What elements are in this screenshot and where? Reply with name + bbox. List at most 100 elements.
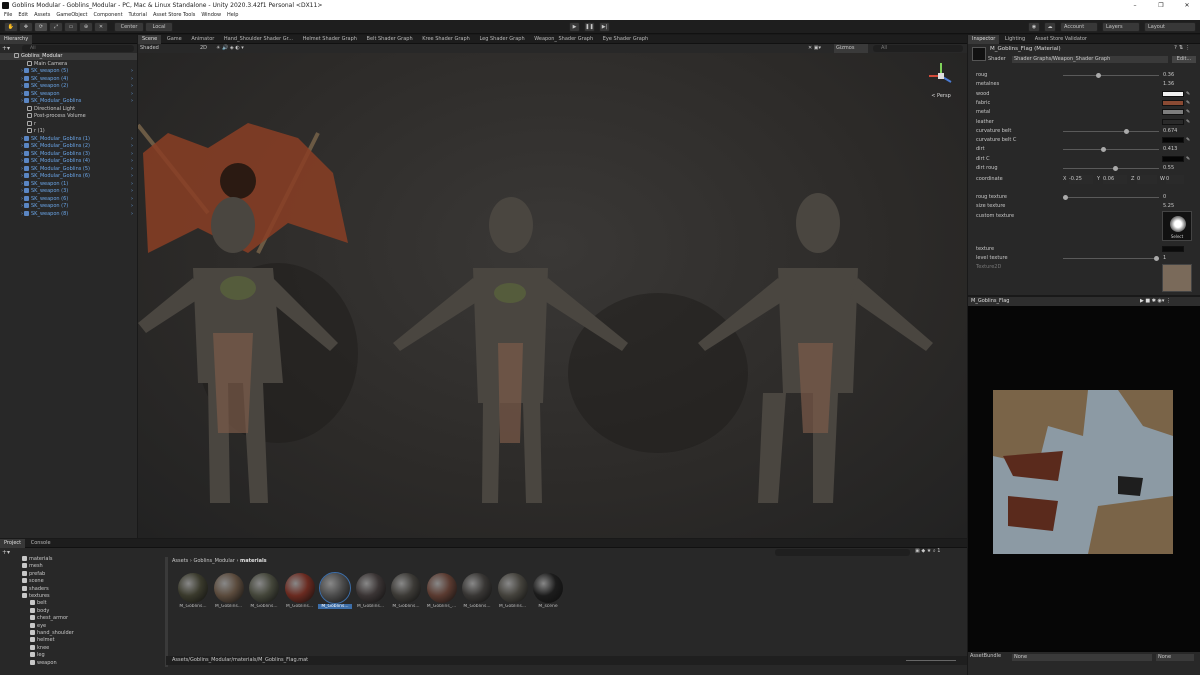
persp-label[interactable]: < Persp xyxy=(926,93,956,99)
material-thumbnail[interactable] xyxy=(213,573,244,603)
hierarchy-item[interactable]: › › SK_weapon (7) xyxy=(0,203,133,211)
slider-knob[interactable] xyxy=(1095,73,1101,78)
prefab-open-icon[interactable]: › xyxy=(131,83,133,91)
prefab-open-icon[interactable]: › xyxy=(131,136,133,144)
tab-hand-shoulder-shader[interactable]: Hand_Shoulder Shader Gr... xyxy=(220,35,297,44)
slider-knob[interactable] xyxy=(1124,128,1130,134)
material-thumbnail[interactable] xyxy=(533,573,563,603)
scene-root-row[interactable]: Goblins_Modular xyxy=(0,53,137,60)
menu-window[interactable]: Window xyxy=(201,11,221,20)
material-label[interactable]: M_Goblins... xyxy=(354,604,388,609)
expand-arrow-icon[interactable]: › xyxy=(21,203,23,211)
property-slider[interactable] xyxy=(1063,73,1159,78)
add-icon[interactable]: +▾ xyxy=(2,45,12,52)
menu-asset-store-tools[interactable]: Asset Store Tools xyxy=(153,11,195,20)
select-button[interactable]: Select xyxy=(1163,234,1191,239)
folder-item[interactable]: knee xyxy=(0,644,49,653)
material-thumbnail[interactable] xyxy=(249,573,279,603)
folder-item[interactable]: mesh xyxy=(0,563,43,571)
hierarchy-item[interactable]: › › SK_Modular_Goblins xyxy=(0,98,133,106)
menu-file[interactable]: File xyxy=(4,11,12,20)
hierarchy-item[interactable]: › › SK_Modular_Goblins (3) xyxy=(0,150,133,159)
material-thumbnail[interactable] xyxy=(426,573,457,603)
hierarchy-item[interactable]: Directional Light xyxy=(0,105,75,114)
hierarchy-item[interactable]: › › SK_weapon (3) xyxy=(0,188,133,196)
tab-console[interactable]: Console xyxy=(27,539,55,548)
property-value[interactable]: 0.55 xyxy=(1163,164,1174,173)
pause-icon[interactable]: ❚❚ xyxy=(584,22,595,32)
tab-game[interactable]: Game xyxy=(163,35,186,44)
slider-knob[interactable] xyxy=(1154,256,1159,261)
material-thumbnail[interactable] xyxy=(355,573,386,603)
property-slider[interactable] xyxy=(1063,195,1159,200)
expand-arrow-icon[interactable]: › xyxy=(21,166,23,174)
pivot-center-button[interactable]: Center xyxy=(114,22,144,32)
preview-controls-icon[interactable]: ▶ ■ ✱ ◉▾ ⋮ xyxy=(1140,297,1171,306)
coordinate-w-field[interactable]: 0 xyxy=(1166,175,1184,184)
breadcrumb-goblins[interactable]: Goblins_Modular xyxy=(193,558,234,564)
breadcrumb-materials[interactable]: materials xyxy=(240,558,267,564)
maximize-icon[interactable]: ❐ xyxy=(1148,0,1174,11)
coordinate-x-field[interactable]: -0.25 xyxy=(1069,175,1093,184)
material-label[interactable]: M_Goblins... xyxy=(460,604,494,609)
hierarchy-item[interactable]: › › SK_Modular_Goblins (1) xyxy=(0,135,133,144)
property-value[interactable]: 1 xyxy=(1163,254,1166,263)
prefab-open-icon[interactable]: › xyxy=(131,166,133,174)
hierarchy-item[interactable]: › › SK_weapon (5) xyxy=(0,68,133,76)
hand-tool-icon[interactable]: ✋ xyxy=(4,22,18,32)
tab-inspector[interactable]: Inspector xyxy=(968,35,1000,44)
folder-item[interactable]: shaders xyxy=(0,585,49,594)
color-swatch[interactable] xyxy=(1162,155,1184,162)
tab-weapon-shader[interactable]: Weapon_ Shader Graph xyxy=(530,35,597,44)
material-thumbnail[interactable] xyxy=(178,573,208,603)
slider-knob[interactable] xyxy=(1113,166,1119,171)
folder-item[interactable]: weapon xyxy=(0,659,57,668)
prefab-open-icon[interactable]: › xyxy=(131,188,133,196)
material-label[interactable]: M_Goblins... xyxy=(496,604,530,609)
tab-leg-shader[interactable]: Leg Shader Graph xyxy=(475,35,528,44)
project-filter-icons[interactable]: ▣ ◆ ★ ⌕ 1 xyxy=(915,548,940,554)
expand-arrow-icon[interactable]: › xyxy=(21,151,23,159)
color-swatch[interactable] xyxy=(1162,90,1184,97)
expand-arrow-icon[interactable]: › xyxy=(21,68,23,76)
menu-help[interactable]: Help xyxy=(227,11,238,20)
tab-kree-shader[interactable]: Kree Shader Graph xyxy=(418,35,474,44)
tab-asset-store-validator[interactable]: Asset Store Validator xyxy=(1031,35,1091,44)
tab-lighting[interactable]: Lighting xyxy=(1001,35,1029,44)
prefab-open-icon[interactable]: › xyxy=(131,173,133,181)
tab-eye-shader[interactable]: Eye Shader Graph xyxy=(599,35,652,44)
folder-item[interactable]: leg xyxy=(0,652,45,660)
slider-knob[interactable] xyxy=(1100,147,1106,153)
property-value[interactable]: 0 xyxy=(1163,193,1166,202)
hierarchy-item[interactable]: › › SK_weapon (4) xyxy=(0,75,133,84)
scene-view[interactable]: < Persp xyxy=(138,53,967,538)
folder-item[interactable]: helmet xyxy=(0,637,55,645)
expand-arrow-icon[interactable]: › xyxy=(21,211,23,219)
expand-arrow-icon[interactable]: › xyxy=(21,181,23,189)
transform-tool-icon[interactable]: ⊕ xyxy=(79,22,93,32)
pivot-local-button[interactable]: Local xyxy=(145,22,173,32)
prefab-open-icon[interactable]: › xyxy=(131,68,133,76)
hierarchy-item[interactable]: › › SK_weapon xyxy=(0,90,133,99)
eyedropper-icon[interactable]: ✎ xyxy=(1186,118,1190,127)
prefab-open-icon[interactable]: › xyxy=(131,91,133,99)
color-swatch[interactable] xyxy=(1162,99,1184,106)
prefab-open-icon[interactable]: › xyxy=(131,143,133,151)
expand-arrow-icon[interactable]: › xyxy=(21,143,23,151)
folder-item[interactable]: scene xyxy=(0,578,44,586)
folder-scrollbar[interactable] xyxy=(165,557,168,667)
prefab-open-icon[interactable]: › xyxy=(131,158,133,166)
hierarchy-search-input[interactable]: All xyxy=(22,45,134,52)
rotate-tool-icon[interactable]: ⟳ xyxy=(34,22,48,32)
coordinate-z-field[interactable]: 0 xyxy=(1137,175,1157,184)
material-thumbnail[interactable] xyxy=(497,573,528,603)
close-icon[interactable]: ✕ xyxy=(1174,0,1200,11)
menu-assets[interactable]: Assets xyxy=(34,11,50,20)
prefab-open-icon[interactable]: › xyxy=(131,196,133,204)
level-texture-slider[interactable] xyxy=(1063,256,1159,261)
expand-arrow-icon[interactable]: › xyxy=(21,83,23,91)
create-icon[interactable]: +▾ xyxy=(2,549,10,556)
shader-dropdown[interactable]: Shader Graphs/Weapon_Shader Graph xyxy=(1012,56,1168,63)
menu-component[interactable]: Component xyxy=(94,11,123,20)
rect-tool-icon[interactable]: ▭ xyxy=(64,22,78,32)
